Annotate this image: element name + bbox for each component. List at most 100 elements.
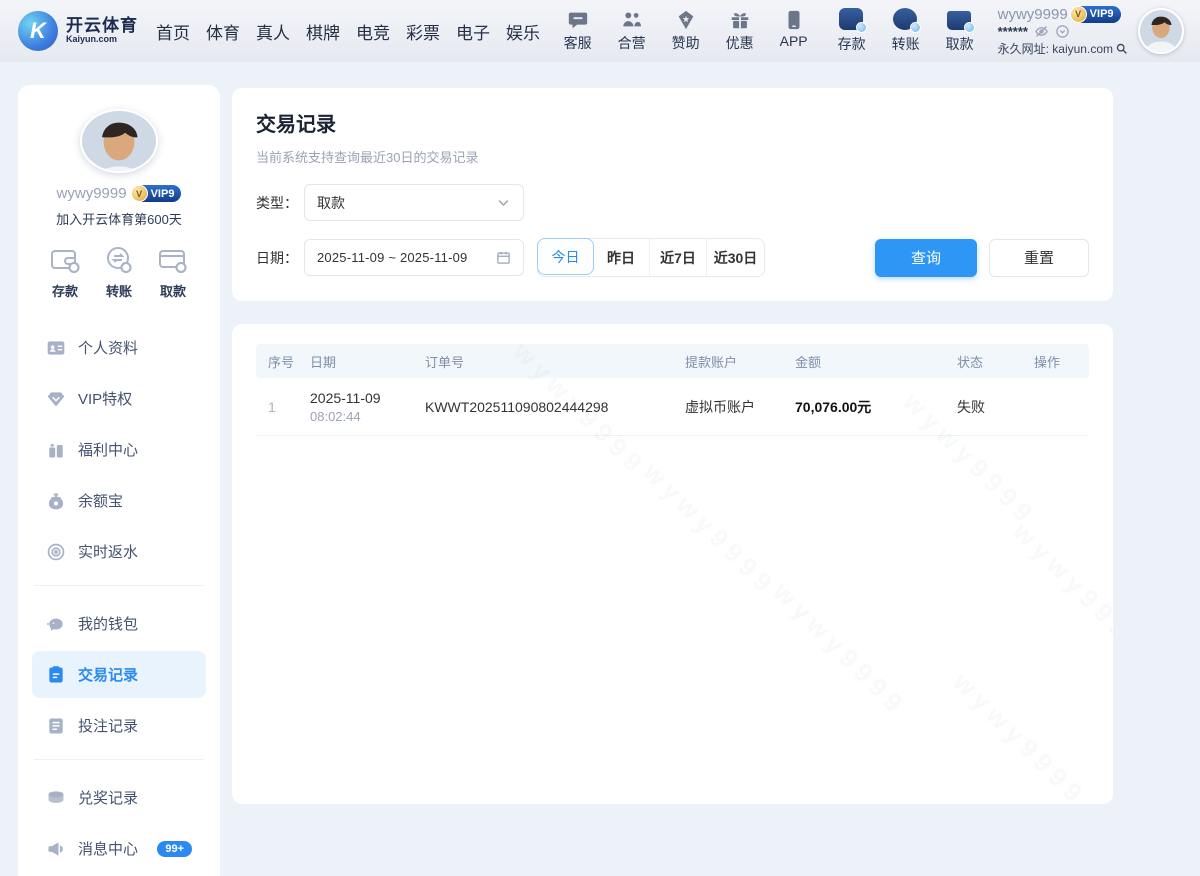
profile-card-icon: [46, 338, 66, 358]
type-select[interactable]: 取款: [304, 184, 524, 221]
withdraw-icon: [947, 8, 973, 32]
date-filter-label: 日期：: [256, 248, 304, 268]
nav-board-games[interactable]: 棋牌: [306, 19, 340, 44]
bet-record-icon: [46, 716, 66, 736]
sidebar-item-transactions[interactable]: 交易记录: [32, 651, 206, 698]
deposit-button[interactable]: 存款: [830, 8, 874, 54]
range-yesterday-button[interactable]: 昨日: [593, 239, 650, 276]
records-table-card: wywy9999 wywy9999 wywy9999 wywy9999 wywy…: [232, 324, 1113, 804]
sidebar-vip-shield-icon: V: [131, 185, 148, 202]
vip-heart-icon: [46, 389, 66, 409]
chevron-circle-icon[interactable]: [1055, 24, 1070, 39]
user-avatar[interactable]: [1138, 8, 1184, 54]
transaction-book-icon: [46, 665, 66, 685]
transfer-button[interactable]: 转账: [884, 8, 928, 54]
message-horn-icon: [46, 839, 66, 859]
brand-logo[interactable]: K 开云体育 Kaiyun.com: [18, 11, 138, 51]
nav-slots[interactable]: 电子: [456, 19, 490, 44]
deposit-wallet-icon: [50, 246, 80, 274]
chevron-down-icon: [496, 195, 511, 210]
app-download-button[interactable]: APP: [772, 9, 816, 53]
promo-icon: [729, 9, 751, 31]
date-range-input[interactable]: 2025-11-09 ~ 2025-11-09: [304, 239, 524, 276]
sidebar-vip-badge: VVIP9: [135, 185, 182, 202]
customer-service-button[interactable]: 客服: [556, 9, 600, 53]
sidebar-item-yuebao[interactable]: 余额宝: [32, 477, 206, 524]
partnership-icon: [621, 9, 643, 31]
col-amount: 金额: [795, 352, 957, 371]
col-order-no: 订单号: [425, 352, 685, 371]
magnifier-icon[interactable]: [1115, 42, 1128, 55]
eye-off-icon[interactable]: [1034, 24, 1049, 39]
nav-esports[interactable]: 电竞: [356, 19, 390, 44]
sidebar-withdraw-button[interactable]: 取款: [158, 246, 188, 300]
sidebar-menu: 个人资料 VIP特权 福利中心 余额宝 实时返水 我的钱包: [32, 324, 206, 876]
message-count-badge: 99+: [157, 841, 192, 857]
main-nav: 首页 体育 真人 棋牌 电竞 彩票 电子 娱乐: [156, 19, 540, 44]
sidebar-item-rebate[interactable]: 实时返水: [32, 528, 206, 575]
header-money-actions: 存款 转账 取款: [830, 8, 982, 54]
sidebar-quick-actions: 存款 转账 取款: [32, 246, 206, 300]
sidebar-item-messages[interactable]: 消息中心 99+: [32, 825, 206, 872]
top-header: K 开云体育 Kaiyun.com 首页 体育 真人 棋牌 电竞 彩票 电子 娱…: [0, 0, 1200, 62]
vip-shield-icon: V: [1070, 6, 1087, 23]
sidebar-transfer-button[interactable]: 转账: [104, 246, 134, 300]
range-30days-button[interactable]: 近30日: [707, 239, 764, 276]
range-7days-button[interactable]: 近7日: [650, 239, 707, 276]
brand-logo-icon: K: [18, 11, 58, 51]
date-range-value: 2025-11-09 ~ 2025-11-09: [317, 250, 467, 265]
sidebar-item-prize-records[interactable]: 兑奖记录: [32, 774, 206, 821]
avatar-image: [1140, 10, 1182, 52]
deposit-icon: [839, 8, 865, 32]
sidebar-item-wallet[interactable]: 我的钱包: [32, 600, 206, 647]
col-action: 操作: [1034, 352, 1077, 371]
main-content: 交易记录 当前系统支持查询最近30日的交易记录 类型： 取款 日期： 2025-…: [232, 88, 1113, 876]
money-bag-icon: [46, 491, 66, 511]
sidebar-avatar[interactable]: [80, 109, 158, 173]
nav-home[interactable]: 首页: [156, 19, 190, 44]
sidebar-item-bet-records[interactable]: 投注记录: [32, 702, 206, 749]
withdraw-button[interactable]: 取款: [938, 8, 982, 54]
transfer-icon: [893, 8, 919, 32]
sponsor-icon: [675, 9, 697, 31]
filter-card: 交易记录 当前系统支持查询最近30日的交易记录 类型： 取款 日期： 2025-…: [232, 88, 1113, 301]
vip-badge: VVIP9: [1074, 6, 1121, 23]
col-status: 状态: [957, 352, 1034, 371]
type-filter-label: 类型：: [256, 193, 304, 213]
nav-entertainment[interactable]: 娱乐: [506, 19, 540, 44]
nav-sports[interactable]: 体育: [206, 19, 240, 44]
promo-button[interactable]: 优惠: [718, 9, 762, 53]
header-gray-actions: 客服 合营 赞助 优惠 APP: [556, 9, 816, 53]
sidebar-item-vip[interactable]: VIP特权: [32, 375, 206, 422]
username: wywy9999: [998, 6, 1068, 23]
reset-button[interactable]: 重置: [989, 239, 1089, 277]
sidebar-deposit-button[interactable]: 存款: [50, 246, 80, 300]
col-account: 提款账户: [685, 352, 795, 371]
page-title: 交易记录: [256, 108, 1089, 137]
nav-lottery[interactable]: 彩票: [406, 19, 440, 44]
table-header: 序号 日期 订单号 提款账户 金额 状态 操作: [256, 344, 1089, 378]
page-subtitle: 当前系统支持查询最近30日的交易记录: [256, 147, 1089, 166]
permanent-url: 永久网址: kaiyun.com: [998, 40, 1113, 57]
table-row: 1 2025-11-09 08:02:44 KWWT20251109080244…: [256, 378, 1089, 436]
rebate-target-icon: [46, 542, 66, 562]
prize-record-icon: [46, 788, 66, 808]
range-today-button[interactable]: 今日: [537, 238, 594, 275]
date-quick-range-group: 今日 昨日 近7日 近30日: [537, 238, 765, 277]
type-select-value: 取款: [317, 193, 345, 213]
row-status: 失败: [957, 397, 1034, 417]
sidebar-item-profile[interactable]: 个人资料: [32, 324, 206, 371]
join-days-text: 加入开云体育第600天: [56, 209, 182, 228]
sidebar: wywy9999 VVIP9 加入开云体育第600天 存款 转账 取款 个人资料: [18, 85, 220, 876]
row-date: 2025-11-09 08:02:44: [310, 390, 425, 424]
sponsor-button[interactable]: 赞助: [664, 9, 708, 53]
nav-live-casino[interactable]: 真人: [256, 19, 290, 44]
col-index: 序号: [268, 352, 310, 371]
calendar-icon: [496, 250, 511, 265]
brand-name-cn: 开云体育: [66, 17, 138, 35]
piggy-bank-icon: [46, 614, 66, 634]
sidebar-item-welfare[interactable]: 福利中心: [32, 426, 206, 473]
row-index: 1: [268, 399, 310, 415]
search-button[interactable]: 查询: [875, 239, 977, 277]
partnership-button[interactable]: 合营: [610, 9, 654, 53]
